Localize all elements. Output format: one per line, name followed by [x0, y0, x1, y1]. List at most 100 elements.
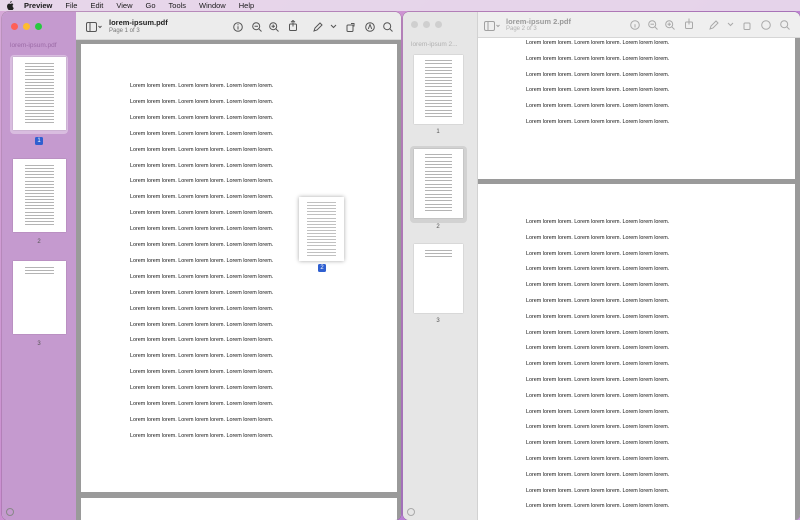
page-indicator: Page 1 of 3: [109, 28, 140, 34]
body-text-line: Lorem lorem lorem. Lorem lorem lorem. Lo…: [526, 377, 670, 383]
thumbnail-text-line: [24, 273, 55, 275]
body-text-line: Lorem lorem lorem. Lorem lorem lorem. Lo…: [526, 361, 670, 368]
thumbnail-text-line: [24, 223, 55, 225]
chevron-down-icon[interactable]: [727, 19, 734, 30]
body-text-line: Lorem lorem lorem. Lorem lorem lorem. Lo…: [526, 266, 670, 273]
minimize-button[interactable]: [23, 23, 30, 30]
thumbnail-text-line: [424, 187, 453, 188]
thumbnail-text-line: [424, 160, 453, 162]
body-text-line: Lorem lorem lorem. Lorem lorem lorem. Lo…: [526, 219, 670, 225]
thumbnail-text-line: [24, 189, 55, 191]
body-text-line: Lorem lorem lorem. Lorem lorem lorem. Lo…: [130, 98, 274, 105]
dragged-page-thumbnail[interactable]: [299, 197, 344, 261]
page-number-label: 2: [436, 224, 440, 230]
body-text-line: Lorem lorem lorem. Lorem lorem lorem. Lo…: [526, 471, 670, 478]
page-thumbnail[interactable]: [414, 55, 463, 124]
thumbnail-text-line: [424, 177, 453, 179]
share-icon[interactable]: [287, 20, 298, 31]
menu-app-name[interactable]: Preview: [24, 1, 52, 10]
thumbnail-text-line: [307, 233, 336, 234]
body-text-line: Lorem lorem lorem. Lorem lorem lorem. Lo…: [130, 242, 274, 248]
thumbnail-text-line: [24, 75, 55, 77]
page-thumbnail[interactable]: [414, 244, 463, 313]
thumbnail-text-line: [424, 73, 453, 75]
thumbnail-text-line: [307, 214, 336, 216]
thumbnail-text-line: [24, 72, 55, 74]
document-view[interactable]: Lorem lorem lorem. Lorem lorem lorem. Lo…: [478, 38, 800, 520]
menu-file[interactable]: File: [65, 1, 77, 10]
thumbnail-text-line: [24, 214, 55, 216]
info-icon[interactable]: [629, 19, 640, 30]
menu-go[interactable]: Go: [146, 1, 156, 10]
rotate-icon[interactable]: [742, 19, 753, 30]
share-icon[interactable]: [683, 18, 694, 29]
body-text-line: Lorem lorem lorem. Lorem lorem lorem. Lo…: [130, 321, 274, 328]
thumbnail-text-line: [424, 154, 453, 155]
zoom-button[interactable]: [435, 21, 442, 28]
thumbnail-text-line: [307, 208, 336, 210]
zoom-in-icon[interactable]: [268, 21, 279, 32]
sidebar-icon[interactable]: [484, 20, 500, 31]
rotate-icon[interactable]: [345, 21, 356, 32]
thumbnail-text-line: [424, 106, 453, 108]
thumbnail-text-line: [24, 115, 55, 117]
body-text-line: Lorem lorem lorem. Lorem lorem lorem. Lo…: [130, 289, 274, 296]
highlight-icon[interactable]: [760, 19, 771, 30]
body-text-line: Lorem lorem lorem. Lorem lorem lorem. Lo…: [526, 456, 670, 462]
thumbnail-text-line: [24, 180, 55, 182]
document-view[interactable]: Lorem lorem lorem. Lorem lorem lorem. Lo…: [76, 40, 401, 520]
menu-tools[interactable]: Tools: [169, 1, 187, 10]
menu-view[interactable]: View: [116, 1, 132, 10]
body-text-line: Lorem lorem lorem. Lorem lorem lorem. Lo…: [526, 503, 670, 510]
thumbnail-text-line: [24, 211, 55, 213]
close-button[interactable]: [411, 21, 418, 28]
thumbnail-text-line: [424, 157, 453, 159]
markup-icon[interactable]: [312, 21, 323, 32]
page-thumbnail[interactable]: [13, 159, 66, 232]
zoom-button[interactable]: [35, 23, 42, 30]
minimize-button[interactable]: [423, 21, 430, 28]
zoom-in-icon[interactable]: [664, 19, 675, 30]
thumbnail-text-line: [424, 96, 453, 98]
search-icon[interactable]: [779, 19, 790, 30]
body-text-line: Lorem lorem lorem. Lorem lorem lorem. Lo…: [130, 178, 274, 185]
zoom-out-icon[interactable]: [647, 19, 658, 30]
body-text-line: Lorem lorem lorem. Lorem lorem lorem. Lo…: [526, 392, 670, 399]
body-text-line: Lorem lorem lorem. Lorem lorem lorem. Lo…: [130, 337, 274, 344]
thumbnail-text-line: [307, 226, 336, 228]
menu-help[interactable]: Help: [239, 1, 254, 10]
page-thumbnail[interactable]: [13, 57, 66, 130]
body-text-line: Lorem lorem lorem. Lorem lorem lorem. Lo…: [526, 440, 670, 447]
menu-window[interactable]: Window: [199, 1, 226, 10]
toolbar: lorem-ipsum 2.pdf Page 2 of 3: [478, 12, 800, 38]
sidebar-options-icon[interactable]: [407, 508, 415, 516]
thumbnail-text-line: [424, 170, 453, 172]
markup-icon[interactable]: [708, 19, 719, 30]
pdf-page: Lorem lorem lorem. Lorem lorem lorem. Lo…: [478, 184, 795, 520]
info-icon[interactable]: [232, 21, 243, 32]
close-button[interactable]: [11, 23, 18, 30]
chevron-down-icon[interactable]: [330, 21, 337, 32]
sidebar-options-icon[interactable]: [6, 508, 14, 516]
thumbnail-text-line: [24, 177, 55, 179]
search-icon[interactable]: [382, 21, 393, 32]
zoom-out-icon[interactable]: [251, 21, 262, 32]
thumbnail-text-line: [24, 81, 55, 83]
body-text-line: Lorem lorem lorem. Lorem lorem lorem. Lo…: [526, 103, 670, 110]
body-text-line: Lorem lorem lorem. Lorem lorem lorem. Lo…: [130, 257, 274, 264]
page-number-label: 1: [436, 129, 440, 135]
thumbnail-text-line: [424, 116, 453, 118]
highlight-icon[interactable]: [364, 21, 375, 32]
sidebar-doc-title: lorem-ipsum 2...: [411, 41, 458, 48]
sidebar-icon[interactable]: [86, 21, 102, 32]
thumbnail-sidebar: lorem-ipsum.pdf 1 2 3: [2, 12, 76, 520]
menu-edit[interactable]: Edit: [90, 1, 103, 10]
body-text-line: Lorem lorem lorem. Lorem lorem lorem. Lo…: [526, 329, 670, 336]
thumbnail-text-line: [24, 121, 55, 123]
body-text-line: Lorem lorem lorem. Lorem lorem lorem. Lo…: [526, 250, 670, 257]
page-number-label: 3: [436, 318, 440, 324]
page-number-label: 3: [37, 341, 41, 347]
apple-icon[interactable]: [6, 1, 14, 10]
page-thumbnail[interactable]: [414, 149, 463, 218]
page-thumbnail[interactable]: [13, 261, 66, 334]
